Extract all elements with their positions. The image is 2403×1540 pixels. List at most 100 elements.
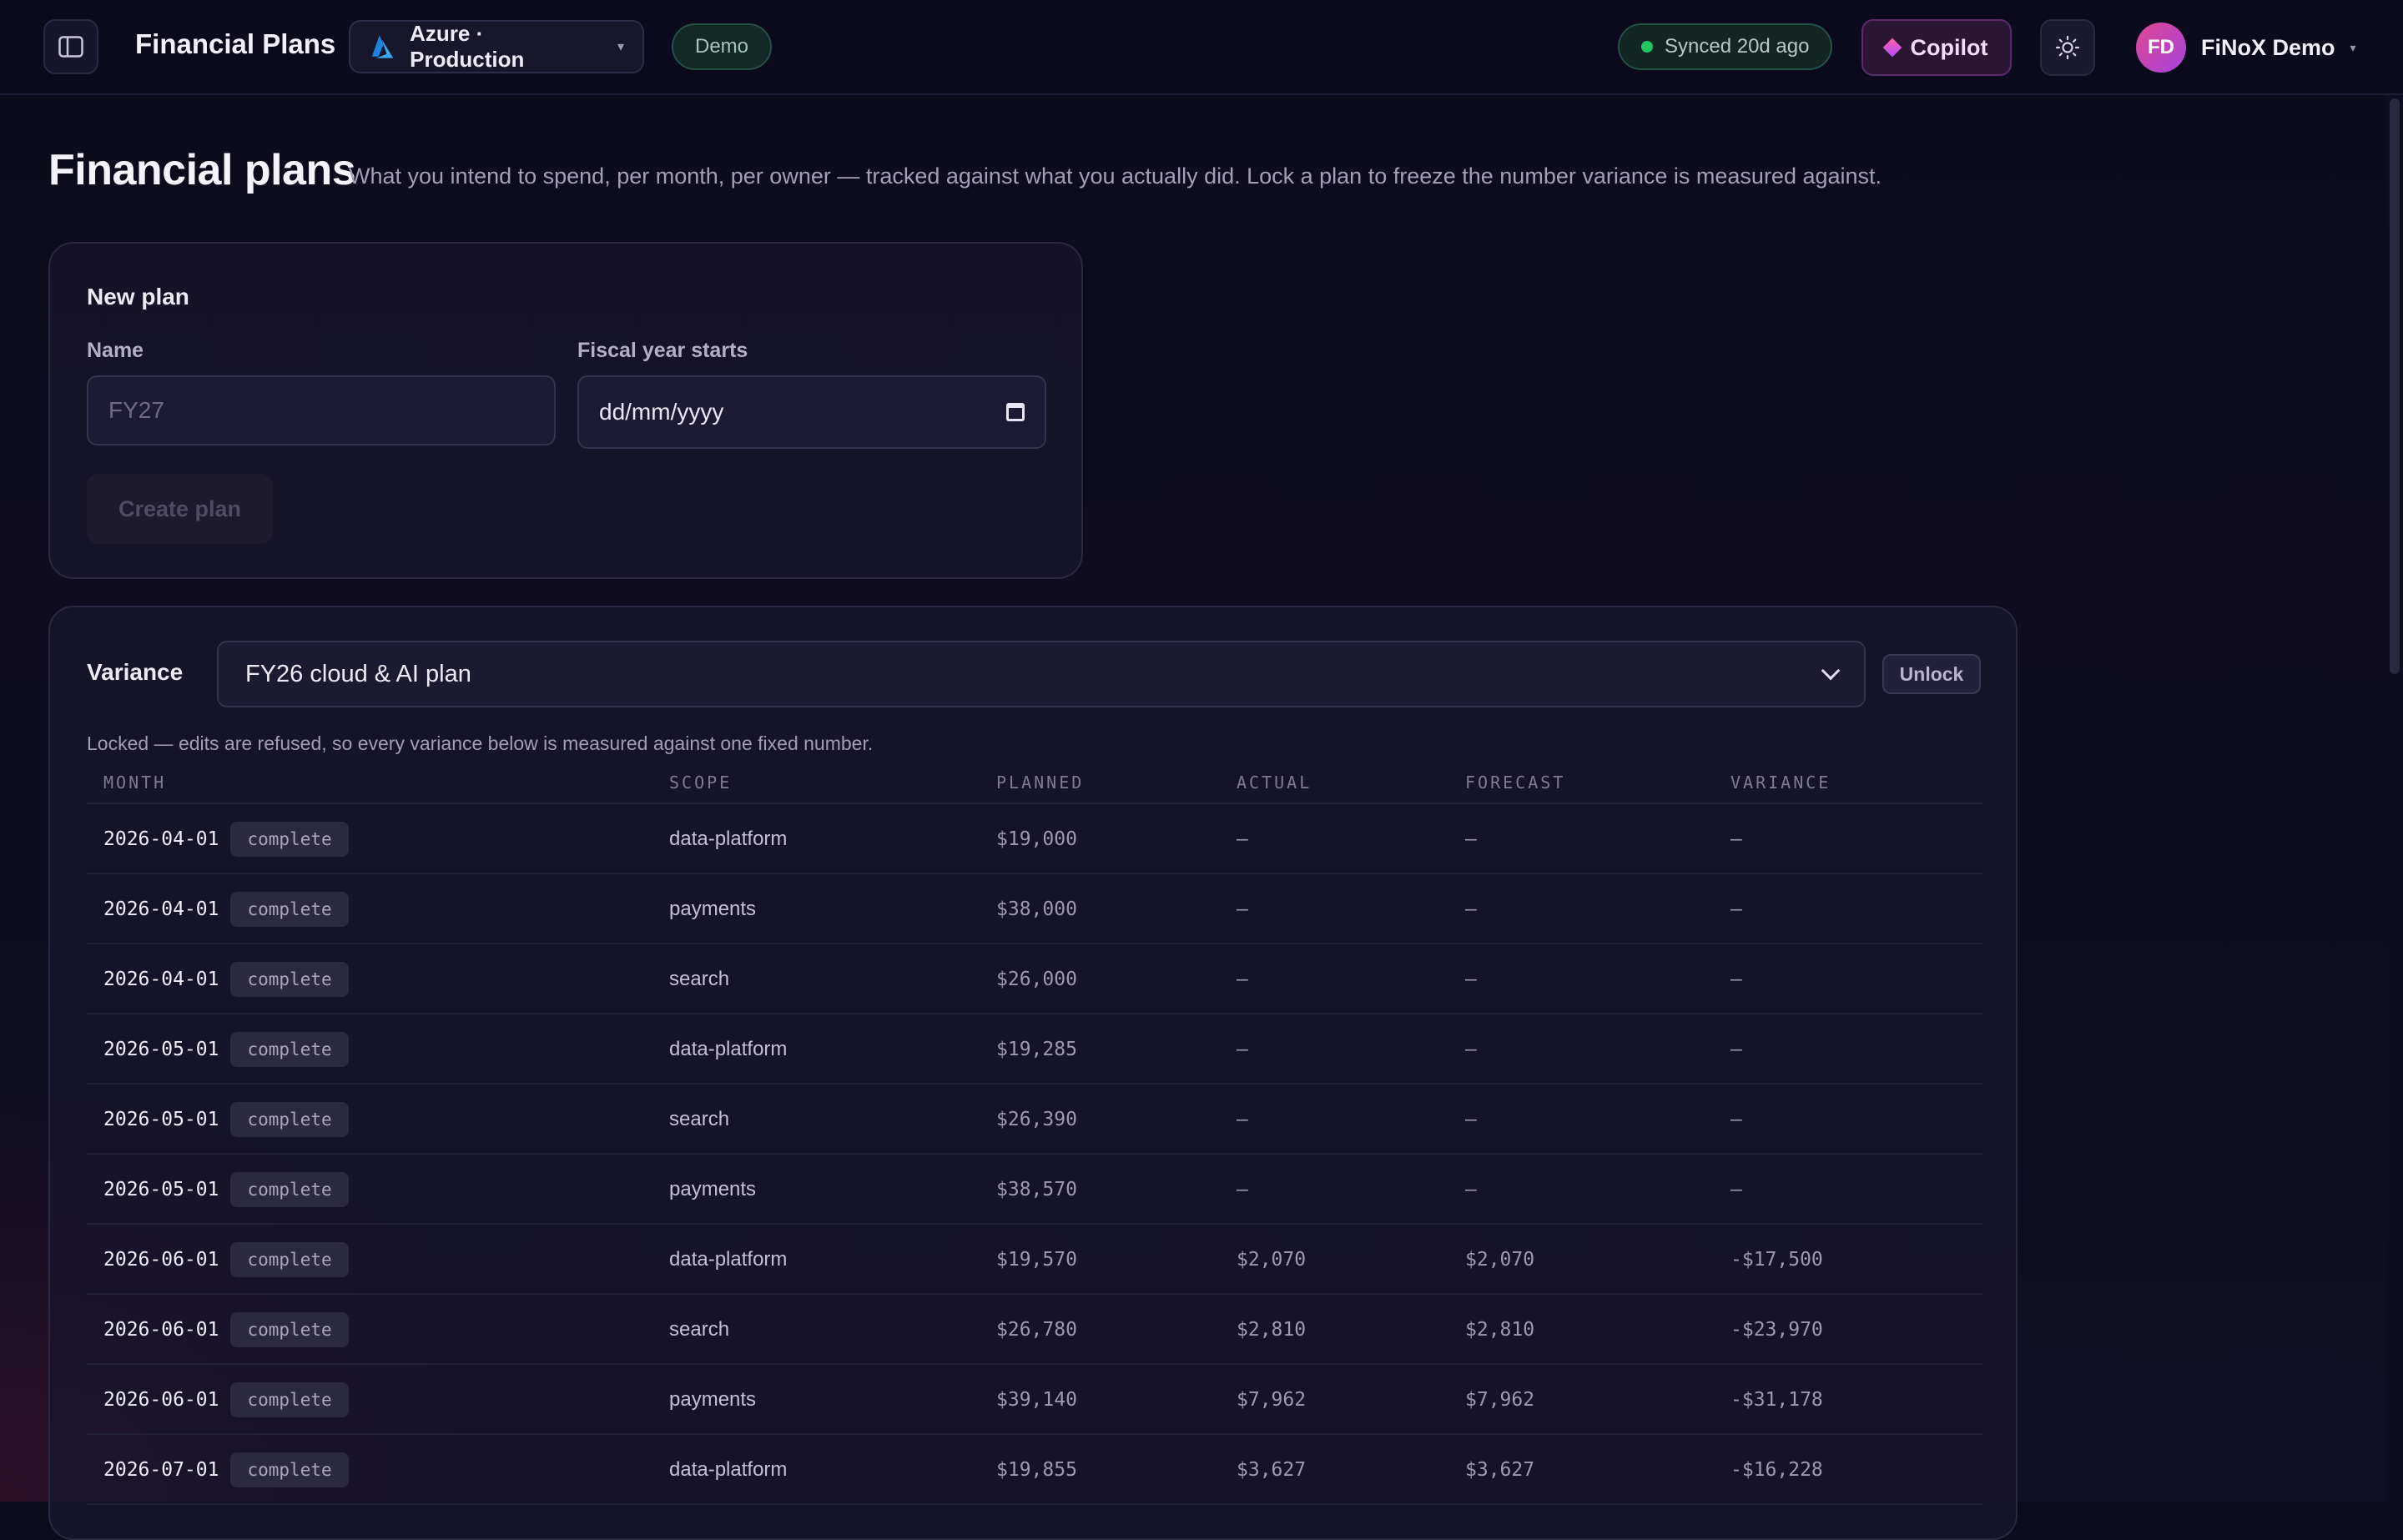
- month-cell: 2026-06-01: [103, 1389, 219, 1411]
- sidebar-toggle-button[interactable]: [43, 19, 98, 74]
- create-plan-button[interactable]: Create plan: [87, 474, 274, 544]
- variance-cell: -$16,228: [1730, 1459, 1823, 1481]
- table-row[interactable]: 2026-05-01 complete payments $38,570 — — …: [87, 1155, 1982, 1225]
- forecast-cell: —: [1465, 828, 1477, 850]
- forecast-cell: $3,627: [1465, 1459, 1535, 1481]
- cloud-account-selector[interactable]: Azure · Production ▾: [349, 20, 644, 73]
- variance-card: Variance FY26 cloud & AI plan Unlock Loc…: [48, 606, 2018, 1540]
- table-header: MONTH SCOPE PLANNED ACTUAL FORECAST VARI…: [87, 762, 1982, 804]
- planned-cell: $19,000: [996, 828, 1077, 850]
- variance-table: MONTH SCOPE PLANNED ACTUAL FORECAST VARI…: [87, 762, 1982, 1505]
- sidebar-icon: [58, 36, 83, 58]
- scope-cell: search: [669, 1108, 730, 1130]
- forecast-cell: —: [1465, 1039, 1477, 1060]
- theme-toggle-button[interactable]: [2040, 19, 2095, 76]
- actual-cell: $2,070: [1237, 1249, 1307, 1271]
- actual-cell: —: [1237, 1109, 1248, 1130]
- scope-cell: search: [669, 968, 730, 990]
- top-bar: Financial Plans Azure · Production ▾ Dem…: [0, 0, 2403, 95]
- planned-cell: $26,390: [996, 1109, 1077, 1130]
- scope-cell: data-platform: [669, 1458, 788, 1481]
- app-title: Financial Plans: [135, 28, 336, 59]
- column-header-month: MONTH: [103, 773, 167, 793]
- status-badge: complete: [230, 1382, 349, 1417]
- sun-icon: [2055, 35, 2080, 60]
- fiscal-year-label: Fiscal year starts: [577, 339, 748, 362]
- table-row[interactable]: 2026-06-01 complete data-platform $19,570…: [87, 1225, 1982, 1295]
- status-badge: complete: [230, 1102, 349, 1137]
- variance-cell: -$23,970: [1730, 1319, 1823, 1341]
- planned-cell: $19,570: [996, 1249, 1077, 1271]
- scope-cell: payments: [669, 1388, 757, 1411]
- unlock-button[interactable]: Unlock: [1882, 654, 1981, 694]
- planned-cell: $19,285: [996, 1039, 1077, 1060]
- calendar-icon[interactable]: [1006, 403, 1025, 421]
- actual-cell: —: [1237, 969, 1248, 990]
- actual-cell: $7,962: [1237, 1389, 1307, 1411]
- month-cell: 2026-04-01: [103, 828, 219, 850]
- column-header-actual: ACTUAL: [1237, 773, 1312, 793]
- scope-cell: search: [669, 1318, 730, 1341]
- forecast-cell: $2,810: [1465, 1319, 1535, 1341]
- chevron-down-icon: ▾: [617, 40, 624, 54]
- table-row[interactable]: 2026-06-01 complete search $26,780 $2,810…: [87, 1295, 1982, 1365]
- table-row[interactable]: 2026-05-01 complete search $26,390 — — —: [87, 1085, 1982, 1155]
- actual-cell: —: [1237, 1179, 1248, 1200]
- column-header-variance: VARIANCE: [1730, 773, 1831, 793]
- chevron-down-icon: ▾: [2350, 40, 2356, 54]
- demo-badge: Demo: [672, 23, 773, 70]
- planned-cell: $26,000: [996, 969, 1077, 990]
- column-header-planned: PLANNED: [996, 773, 1085, 793]
- table-row[interactable]: 2026-04-01 complete search $26,000 — — —: [87, 944, 1982, 1014]
- status-badge: complete: [230, 892, 349, 927]
- user-name: FiNoX Demo: [2201, 34, 2335, 60]
- actual-cell: $3,627: [1237, 1459, 1307, 1481]
- status-badge: complete: [230, 1032, 349, 1067]
- scope-cell: payments: [669, 1178, 757, 1200]
- actual-cell: —: [1237, 1039, 1248, 1060]
- table-row[interactable]: 2026-07-01 complete data-platform $19,855…: [87, 1435, 1982, 1505]
- forecast-cell: $7,962: [1465, 1389, 1535, 1411]
- name-label: Name: [87, 339, 144, 362]
- copilot-button[interactable]: Copilot: [1861, 19, 2012, 76]
- scope-cell: data-platform: [669, 828, 788, 850]
- table-row[interactable]: 2026-05-01 complete data-platform $19,285…: [87, 1014, 1982, 1085]
- forecast-cell: —: [1465, 898, 1477, 920]
- actual-cell: $2,810: [1237, 1319, 1307, 1341]
- copilot-diamond-icon: [1882, 38, 1902, 58]
- status-dot-icon: [1641, 41, 1653, 53]
- variance-cell: —: [1730, 1179, 1742, 1200]
- new-plan-title: New plan: [87, 284, 189, 310]
- scope-cell: payments: [669, 898, 757, 920]
- planned-cell: $26,780: [996, 1319, 1077, 1341]
- table-row[interactable]: 2026-04-01 complete payments $38,000 — — …: [87, 874, 1982, 944]
- plan-name-input[interactable]: [87, 375, 556, 445]
- actual-cell: —: [1237, 898, 1248, 920]
- sync-status-badge: Synced 20d ago: [1618, 23, 1833, 70]
- page-subtitle: What you intend to spend, per month, per…: [349, 164, 1882, 189]
- selected-plan: FY26 cloud & AI plan: [245, 660, 471, 687]
- table-row[interactable]: 2026-06-01 complete payments $39,140 $7,9…: [87, 1365, 1982, 1435]
- new-plan-card: New plan Name Fiscal year starts dd/mm/y…: [48, 242, 1083, 579]
- avatar: FD: [2136, 23, 2186, 73]
- month-cell: 2026-05-01: [103, 1109, 219, 1130]
- scope-cell: data-platform: [669, 1038, 788, 1060]
- column-header-forecast: FORECAST: [1465, 773, 1566, 793]
- locked-note: Locked — edits are refused, so every var…: [87, 732, 874, 754]
- variance-cell: -$31,178: [1730, 1389, 1823, 1411]
- month-cell: 2026-05-01: [103, 1179, 219, 1200]
- copilot-label: Copilot: [1910, 34, 1988, 60]
- fiscal-year-date-input[interactable]: dd/mm/yyyy: [577, 375, 1046, 449]
- month-cell: 2026-04-01: [103, 898, 219, 920]
- status-badge: complete: [230, 962, 349, 997]
- scope-cell: data-platform: [669, 1248, 788, 1271]
- month-cell: 2026-06-01: [103, 1249, 219, 1271]
- table-row[interactable]: 2026-04-01 complete data-platform $19,000…: [87, 804, 1982, 874]
- scrollbar-thumb[interactable]: [2390, 98, 2400, 674]
- user-menu[interactable]: FD FiNoX Demo ▾: [2136, 23, 2356, 73]
- planned-cell: $38,000: [996, 898, 1077, 920]
- planned-cell: $38,570: [996, 1179, 1077, 1200]
- azure-logo-icon: [371, 35, 394, 58]
- forecast-cell: —: [1465, 969, 1477, 990]
- plan-select[interactable]: FY26 cloud & AI plan: [217, 641, 1866, 707]
